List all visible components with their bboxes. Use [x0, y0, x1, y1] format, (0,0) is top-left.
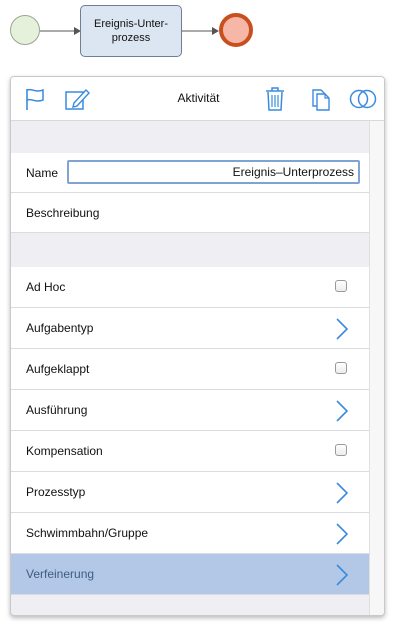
property-row[interactable]: Ad Hoc — [11, 267, 371, 308]
property-label: Ausführung — [26, 403, 88, 417]
scrollbar[interactable] — [369, 121, 384, 615]
property-row[interactable]: Prozesstyp — [11, 472, 371, 513]
chevron-right-icon[interactable] — [335, 400, 349, 422]
end-event[interactable] — [219, 13, 253, 47]
property-row[interactable]: Aufgabentyp — [11, 308, 371, 349]
name-field[interactable] — [67, 160, 360, 184]
event-subprocess[interactable]: Ereignis-Unter- prozess — [80, 5, 182, 57]
property-label: Prozesstyp — [26, 485, 86, 499]
property-checkbox[interactable] — [335, 280, 347, 292]
chevron-right-icon[interactable] — [335, 564, 349, 586]
property-label: Ad Hoc — [26, 280, 66, 294]
properties-panel: Aktivität Name Beschreibung Ad Hoc Aufgab… — [10, 76, 385, 616]
property-label: Kompensation — [26, 444, 103, 458]
chevron-right-icon[interactable] — [335, 318, 349, 340]
description-label: Beschreibung — [26, 206, 100, 220]
section-spacer — [11, 121, 371, 153]
sequence-flow-1 — [40, 27, 81, 35]
property-label: Schwimmbahn/Gruppe — [26, 526, 149, 540]
overlap-circles-icon[interactable] — [349, 85, 377, 113]
name-label: Name — [26, 166, 59, 180]
panel-toolbar: Aktivität — [11, 77, 384, 121]
start-event[interactable] — [10, 15, 40, 45]
property-label: Aufgabentyp — [26, 321, 94, 335]
process-diagram: Ereignis-Unter- prozess — [0, 0, 396, 70]
trash-icon[interactable] — [261, 85, 289, 113]
subprocess-label: Ereignis-Unter- prozess — [94, 18, 168, 44]
sequence-flow-2 — [182, 27, 219, 35]
property-label: Verfeinerung — [26, 567, 95, 581]
property-row[interactable]: Kompensation — [11, 431, 371, 472]
property-row[interactable]: Verfeinerung — [11, 554, 371, 595]
property-row[interactable]: Ausführung — [11, 390, 371, 431]
copy-icon[interactable] — [307, 85, 335, 113]
property-label: Aufgeklappt — [26, 362, 90, 376]
property-row[interactable]: Schwimmbahn/Gruppe — [11, 513, 371, 554]
property-checkbox[interactable] — [335, 362, 347, 374]
description-row[interactable]: Beschreibung — [11, 193, 371, 233]
chevron-right-icon[interactable] — [335, 482, 349, 504]
property-checkbox[interactable] — [335, 444, 347, 456]
property-row[interactable]: Aufgeklappt — [11, 349, 371, 390]
chevron-right-icon[interactable] — [335, 523, 349, 545]
name-row: Name — [11, 153, 371, 193]
section-spacer — [11, 233, 371, 267]
